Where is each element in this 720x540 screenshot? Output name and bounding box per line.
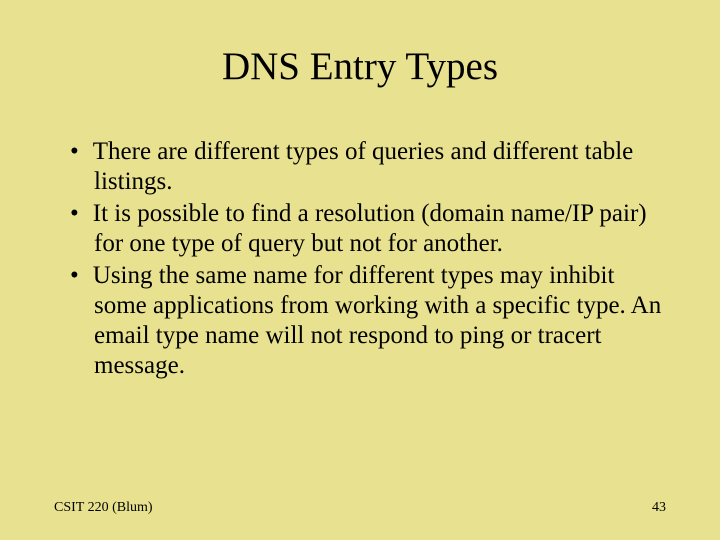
bullet-list: There are different types of queries and…	[54, 137, 666, 381]
slide-container: DNS Entry Types There are different type…	[0, 0, 720, 540]
list-item: It is possible to find a resolution (dom…	[54, 199, 666, 259]
list-item: Using the same name for different types …	[54, 261, 666, 381]
slide-title: DNS Entry Types	[54, 44, 666, 89]
footer-page-number: 43	[652, 500, 666, 516]
list-item: There are different types of queries and…	[54, 137, 666, 197]
footer-left: CSIT 220 (Blum)	[54, 500, 153, 516]
slide-footer: CSIT 220 (Blum) 43	[54, 500, 666, 516]
